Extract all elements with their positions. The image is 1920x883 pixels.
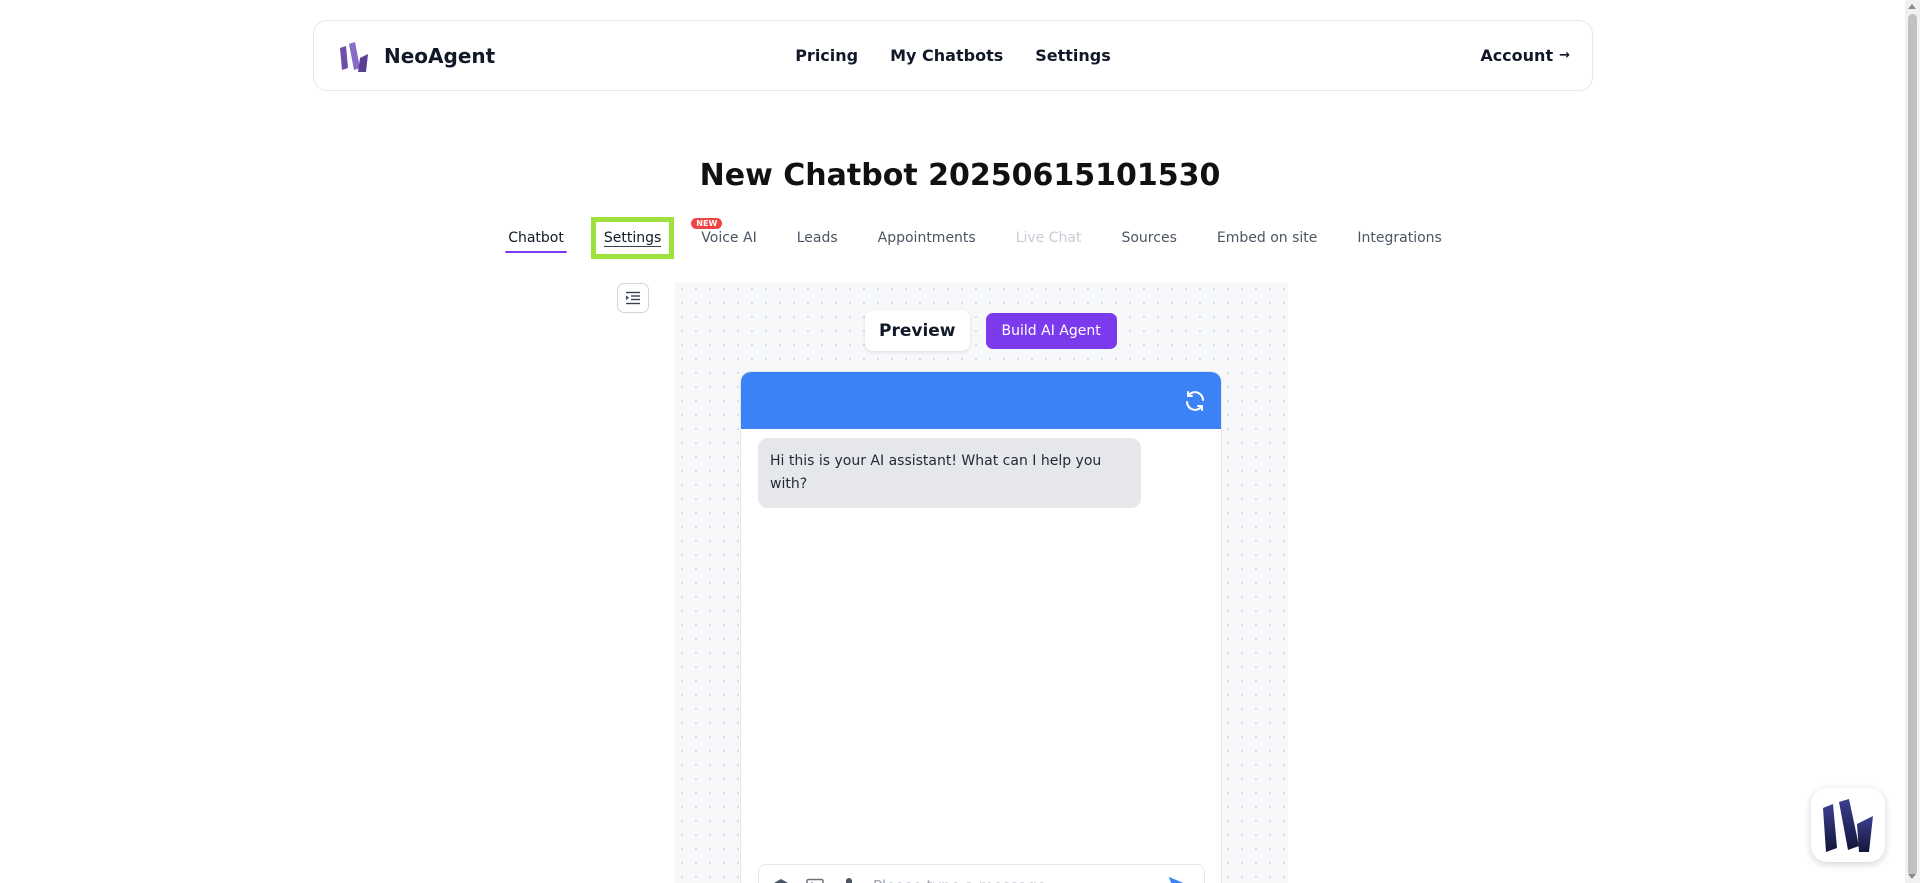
chatbot-tabs: Chatbot Settings NEW Voice AI Leads Appo… <box>0 217 1920 259</box>
layers-icon[interactable] <box>771 876 791 883</box>
scroll-thumb[interactable] <box>1908 14 1917 876</box>
neoagent-logo-icon <box>1823 799 1873 852</box>
tab-settings-label: Settings <box>603 230 662 247</box>
account-link[interactable]: Account → <box>1480 46 1570 65</box>
tab-live-chat: Live Chat <box>1015 230 1082 246</box>
arrow-right-icon: → <box>1559 48 1570 63</box>
page-title: New Chatbot 20250615101530 <box>699 158 1221 193</box>
top-navbar: NeoAgent Pricing My Chatbots Settings Ac… <box>313 20 1593 91</box>
new-badge: NEW <box>691 218 723 229</box>
tab-appointments[interactable]: Appointments <box>878 222 976 254</box>
chat-header <box>741 372 1221 429</box>
preview-controls: Preview Build AI Agent <box>865 310 1117 351</box>
page-scrollbar[interactable] <box>1905 0 1920 883</box>
tab-sources[interactable]: Sources <box>1121 222 1176 254</box>
nav-my-chatbots[interactable]: My Chatbots <box>890 46 1003 65</box>
tab-leads[interactable]: Leads <box>797 222 838 254</box>
microphone-icon[interactable] <box>839 876 859 883</box>
nav-settings[interactable]: Settings <box>1035 46 1111 65</box>
account-label: Account <box>1480 46 1554 65</box>
scroll-down-icon[interactable] <box>1908 874 1916 879</box>
brand-name: NeoAgent <box>384 43 496 68</box>
indent-list-icon <box>626 291 640 305</box>
tab-settings[interactable]: Settings <box>590 217 675 259</box>
brand[interactable]: NeoAgent <box>336 38 495 74</box>
image-icon[interactable] <box>805 876 825 883</box>
tab-embed-on-site[interactable]: Embed on site <box>1217 222 1318 254</box>
chat-widget: Hi this is your AI assistant! What can I… <box>741 372 1221 883</box>
message-input[interactable] <box>873 877 1152 883</box>
bot-message: Hi this is your AI assistant! What can I… <box>758 438 1141 508</box>
nav-pricing[interactable]: Pricing <box>795 46 858 65</box>
main-nav: Pricing My Chatbots Settings <box>314 21 1592 90</box>
preview-button[interactable]: Preview <box>865 310 970 351</box>
tab-chatbot[interactable]: Chatbot <box>505 222 567 254</box>
tab-voice-ai[interactable]: NEW Voice AI <box>691 218 757 254</box>
scroll-up-icon[interactable] <box>1908 4 1916 9</box>
message-composer <box>758 864 1205 883</box>
sidebar-toggle-button[interactable] <box>617 283 649 313</box>
neoagent-logo-icon <box>340 41 368 72</box>
refresh-icon[interactable] <box>1183 389 1207 413</box>
send-icon[interactable] <box>1166 873 1192 883</box>
tab-integrations[interactable]: Integrations <box>1357 222 1441 254</box>
build-ai-agent-button[interactable]: Build AI Agent <box>985 312 1117 349</box>
chat-launcher-button[interactable] <box>1811 788 1885 862</box>
tab-voice-ai-label: Voice AI <box>701 230 757 246</box>
